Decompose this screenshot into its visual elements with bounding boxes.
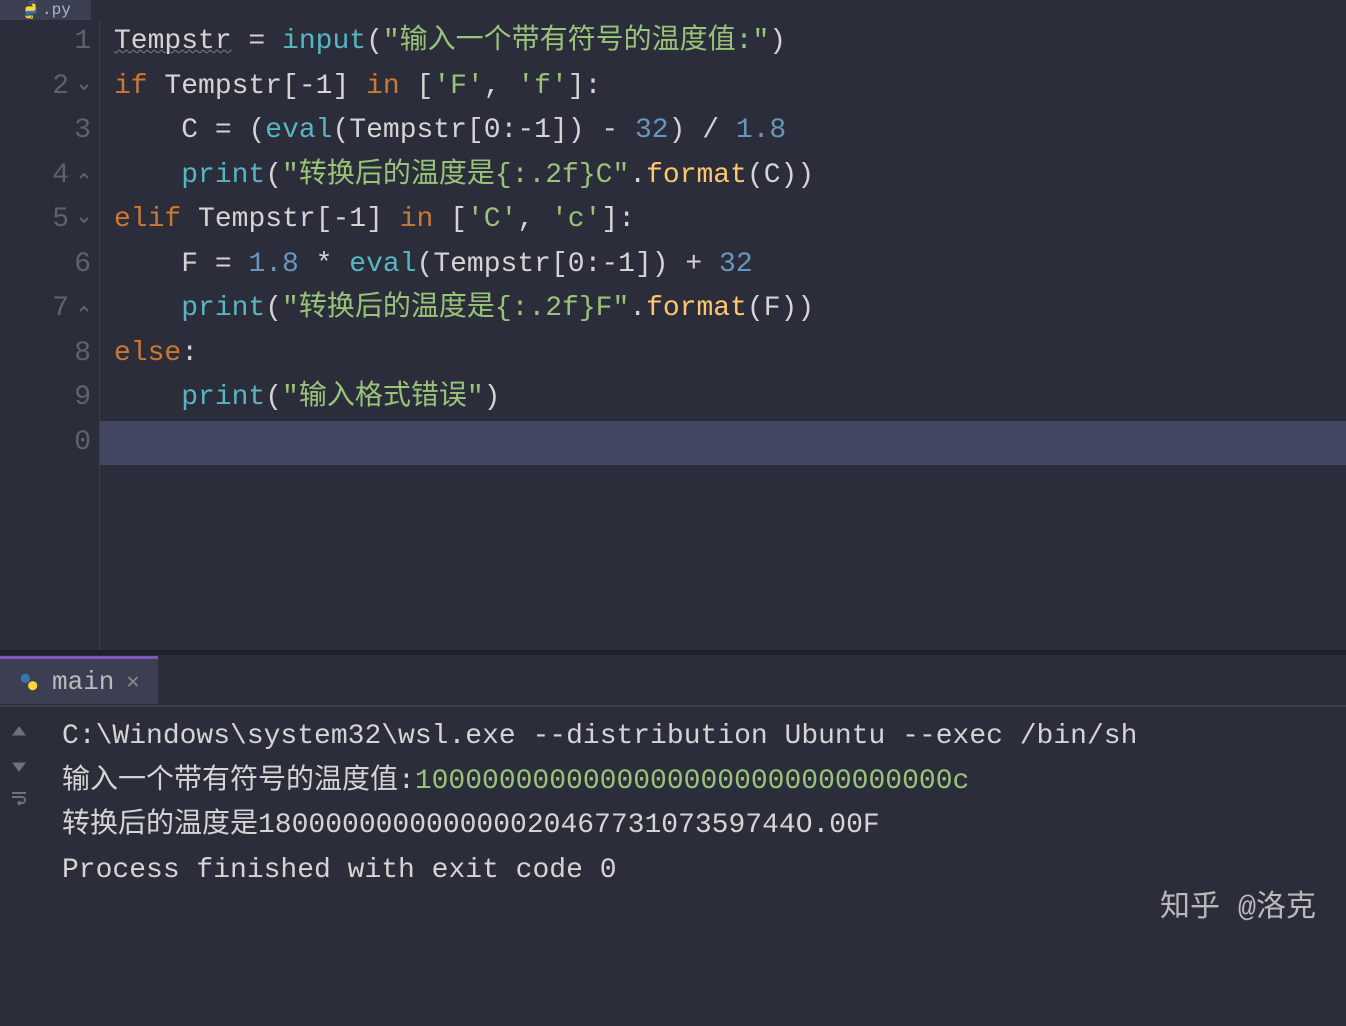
terminal-line: 转换后的温度是18000000000000002046773107359744O… xyxy=(62,804,1322,849)
terminal-panel: main ✕ C:\Windows\system32\wsl.exe --dis… xyxy=(0,655,1346,901)
line-number: 5 xyxy=(0,198,91,243)
arrow-up-icon[interactable] xyxy=(9,723,29,743)
terminal-line: Process finished with exit code 0 xyxy=(62,849,1322,894)
caret-line xyxy=(100,421,1346,466)
fold-end-icon[interactable] xyxy=(77,169,91,183)
code-line: print("转换后的温度是{:.2f}C".format(C)) xyxy=(100,154,1346,199)
terminal-tab[interactable]: main ✕ xyxy=(0,656,158,704)
gutter: 1 2 3 4 5 6 7 8 9 0 xyxy=(0,20,100,650)
fold-collapse-icon[interactable] xyxy=(77,80,91,94)
code-line: C = (eval(Tempstr[0:-1]) - 32) / 1.8 xyxy=(100,109,1346,154)
arrow-down-icon[interactable] xyxy=(9,755,29,775)
editor-tab-label: .py xyxy=(42,1,71,19)
line-number: 4 xyxy=(0,154,91,199)
line-number: 7 xyxy=(0,287,91,332)
terminal-gutter xyxy=(0,707,38,901)
line-number: 9 xyxy=(0,376,91,421)
line-number: 3 xyxy=(0,109,91,154)
line-number: 8 xyxy=(0,332,91,377)
terminal-body: C:\Windows\system32\wsl.exe --distributi… xyxy=(0,707,1346,901)
code-line: print("输入格式错误") xyxy=(100,376,1346,421)
line-number: 0 xyxy=(0,421,91,466)
editor-tab-bar: .py xyxy=(0,0,1346,20)
code-line: elif Tempstr[-1] in ['C', 'c']: xyxy=(100,198,1346,243)
terminal-line: C:\Windows\system32\wsl.exe --distributi… xyxy=(62,715,1322,760)
code-line: else: xyxy=(100,332,1346,377)
soft-wrap-icon[interactable] xyxy=(9,787,29,807)
terminal-line: 输入一个带有符号的温度值:100000000000000000000000000… xyxy=(62,760,1322,805)
fold-end-icon[interactable] xyxy=(77,302,91,316)
terminal-tab-bar: main ✕ xyxy=(0,655,1346,707)
code-line: print("转换后的温度是{:.2f}F".format(F)) xyxy=(100,287,1346,332)
watermark: 知乎 @洛克 xyxy=(1160,881,1316,926)
close-icon[interactable]: ✕ xyxy=(126,669,139,695)
terminal-tab-label: main xyxy=(52,667,114,697)
line-number: 6 xyxy=(0,243,91,288)
line-number: 1 xyxy=(0,20,91,65)
python-icon xyxy=(18,671,40,693)
python-icon xyxy=(20,0,42,21)
fold-collapse-icon[interactable] xyxy=(77,213,91,227)
terminal-content[interactable]: C:\Windows\system32\wsl.exe --distributi… xyxy=(38,707,1346,901)
line-number: 2 xyxy=(0,65,91,110)
editor-tab[interactable]: .py xyxy=(0,0,91,20)
editor-area: 1 2 3 4 5 6 7 8 9 0 Tempstr = input("输入一… xyxy=(0,20,1346,650)
code-line: if Tempstr[-1] in ['F', 'f']: xyxy=(100,65,1346,110)
code-line: Tempstr = input("输入一个带有符号的温度值:") xyxy=(100,20,1346,65)
code-area[interactable]: Tempstr = input("输入一个带有符号的温度值:") if Temp… xyxy=(100,20,1346,650)
code-line: F = 1.8 * eval(Tempstr[0:-1]) + 32 xyxy=(100,243,1346,288)
